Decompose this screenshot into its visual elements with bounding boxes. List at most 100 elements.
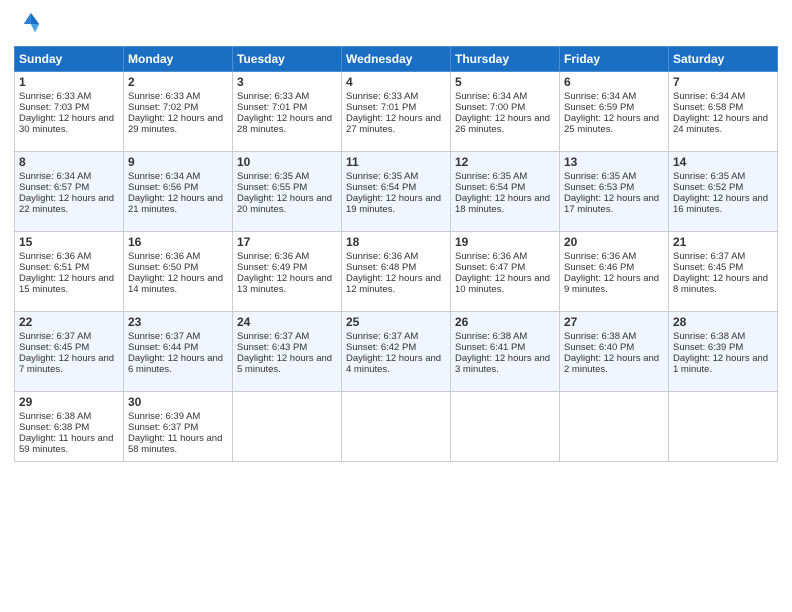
col-header-saturday: Saturday <box>669 47 778 72</box>
sunrise-label: Sunrise: 6:38 AM <box>19 411 91 422</box>
table-row: 25Sunrise: 6:37 AMSunset: 6:42 PMDayligh… <box>342 312 451 392</box>
col-header-tuesday: Tuesday <box>233 47 342 72</box>
daylight-label: Daylight: 12 hours and 21 minutes. <box>128 193 223 215</box>
table-row: 29Sunrise: 6:38 AMSunset: 6:38 PMDayligh… <box>15 392 124 462</box>
day-number: 1 <box>19 75 119 89</box>
table-row: 18Sunrise: 6:36 AMSunset: 6:48 PMDayligh… <box>342 232 451 312</box>
day-number: 27 <box>564 315 664 329</box>
sunrise-label: Sunrise: 6:36 AM <box>455 251 527 262</box>
daylight-label: Daylight: 11 hours and 58 minutes. <box>128 433 222 455</box>
day-number: 6 <box>564 75 664 89</box>
table-row: 19Sunrise: 6:36 AMSunset: 6:47 PMDayligh… <box>451 232 560 312</box>
table-row: 10Sunrise: 6:35 AMSunset: 6:55 PMDayligh… <box>233 152 342 232</box>
table-row: 13Sunrise: 6:35 AMSunset: 6:53 PMDayligh… <box>560 152 669 232</box>
sunrise-label: Sunrise: 6:39 AM <box>128 411 200 422</box>
table-row: 26Sunrise: 6:38 AMSunset: 6:41 PMDayligh… <box>451 312 560 392</box>
sunrise-label: Sunrise: 6:37 AM <box>346 331 418 342</box>
day-number: 7 <box>673 75 773 89</box>
table-row: 14Sunrise: 6:35 AMSunset: 6:52 PMDayligh… <box>669 152 778 232</box>
day-number: 21 <box>673 235 773 249</box>
daylight-label: Daylight: 12 hours and 28 minutes. <box>237 113 332 135</box>
table-row: 11Sunrise: 6:35 AMSunset: 6:54 PMDayligh… <box>342 152 451 232</box>
sunset-label: Sunset: 6:38 PM <box>19 422 89 433</box>
sunset-label: Sunset: 6:57 PM <box>19 182 89 193</box>
table-row: 22Sunrise: 6:37 AMSunset: 6:45 PMDayligh… <box>15 312 124 392</box>
sunrise-label: Sunrise: 6:33 AM <box>128 91 200 102</box>
table-row <box>451 392 560 462</box>
day-number: 3 <box>237 75 337 89</box>
sunset-label: Sunset: 6:45 PM <box>673 262 743 273</box>
sunset-label: Sunset: 6:40 PM <box>564 342 634 353</box>
sunrise-label: Sunrise: 6:33 AM <box>346 91 418 102</box>
table-row: 20Sunrise: 6:36 AMSunset: 6:46 PMDayligh… <box>560 232 669 312</box>
sunset-label: Sunset: 6:48 PM <box>346 262 416 273</box>
sunset-label: Sunset: 7:01 PM <box>237 102 307 113</box>
daylight-label: Daylight: 12 hours and 12 minutes. <box>346 273 441 295</box>
sunset-label: Sunset: 6:55 PM <box>237 182 307 193</box>
table-row: 2Sunrise: 6:33 AMSunset: 7:02 PMDaylight… <box>124 72 233 152</box>
table-row: 28Sunrise: 6:38 AMSunset: 6:39 PMDayligh… <box>669 312 778 392</box>
table-row: 7Sunrise: 6:34 AMSunset: 6:58 PMDaylight… <box>669 72 778 152</box>
sunset-label: Sunset: 6:44 PM <box>128 342 198 353</box>
table-row <box>342 392 451 462</box>
sunset-label: Sunset: 6:54 PM <box>455 182 525 193</box>
sunrise-label: Sunrise: 6:37 AM <box>128 331 200 342</box>
daylight-label: Daylight: 12 hours and 2 minutes. <box>564 353 659 375</box>
daylight-label: Daylight: 12 hours and 17 minutes. <box>564 193 659 215</box>
day-number: 23 <box>128 315 228 329</box>
daylight-label: Daylight: 12 hours and 16 minutes. <box>673 193 768 215</box>
sunset-label: Sunset: 6:43 PM <box>237 342 307 353</box>
daylight-label: Daylight: 12 hours and 30 minutes. <box>19 113 114 135</box>
calendar: SundayMondayTuesdayWednesdayThursdayFrid… <box>14 46 778 462</box>
table-row <box>669 392 778 462</box>
col-header-sunday: Sunday <box>15 47 124 72</box>
table-row: 6Sunrise: 6:34 AMSunset: 6:59 PMDaylight… <box>560 72 669 152</box>
sunset-label: Sunset: 6:50 PM <box>128 262 198 273</box>
daylight-label: Daylight: 12 hours and 19 minutes. <box>346 193 441 215</box>
table-row: 23Sunrise: 6:37 AMSunset: 6:44 PMDayligh… <box>124 312 233 392</box>
day-number: 14 <box>673 155 773 169</box>
table-row: 5Sunrise: 6:34 AMSunset: 7:00 PMDaylight… <box>451 72 560 152</box>
sunset-label: Sunset: 6:54 PM <box>346 182 416 193</box>
col-header-thursday: Thursday <box>451 47 560 72</box>
sunrise-label: Sunrise: 6:34 AM <box>19 171 91 182</box>
logo <box>14 10 46 38</box>
table-row: 4Sunrise: 6:33 AMSunset: 7:01 PMDaylight… <box>342 72 451 152</box>
daylight-label: Daylight: 12 hours and 20 minutes. <box>237 193 332 215</box>
day-number: 5 <box>455 75 555 89</box>
table-row <box>560 392 669 462</box>
sunset-label: Sunset: 6:56 PM <box>128 182 198 193</box>
day-number: 16 <box>128 235 228 249</box>
table-row: 30Sunrise: 6:39 AMSunset: 6:37 PMDayligh… <box>124 392 233 462</box>
table-row: 21Sunrise: 6:37 AMSunset: 6:45 PMDayligh… <box>669 232 778 312</box>
sunrise-label: Sunrise: 6:34 AM <box>564 91 636 102</box>
daylight-label: Daylight: 12 hours and 10 minutes. <box>455 273 550 295</box>
day-number: 22 <box>19 315 119 329</box>
sunrise-label: Sunrise: 6:35 AM <box>673 171 745 182</box>
sunset-label: Sunset: 6:51 PM <box>19 262 89 273</box>
table-row: 12Sunrise: 6:35 AMSunset: 6:54 PMDayligh… <box>451 152 560 232</box>
daylight-label: Daylight: 12 hours and 18 minutes. <box>455 193 550 215</box>
daylight-label: Daylight: 12 hours and 27 minutes. <box>346 113 441 135</box>
daylight-label: Daylight: 12 hours and 3 minutes. <box>455 353 550 375</box>
day-number: 11 <box>346 155 446 169</box>
daylight-label: Daylight: 12 hours and 1 minute. <box>673 353 768 375</box>
day-number: 2 <box>128 75 228 89</box>
daylight-label: Daylight: 12 hours and 4 minutes. <box>346 353 441 375</box>
day-number: 30 <box>128 395 228 409</box>
sunrise-label: Sunrise: 6:34 AM <box>128 171 200 182</box>
day-number: 29 <box>19 395 119 409</box>
sunrise-label: Sunrise: 6:37 AM <box>673 251 745 262</box>
day-number: 18 <box>346 235 446 249</box>
daylight-label: Daylight: 12 hours and 29 minutes. <box>128 113 223 135</box>
sunrise-label: Sunrise: 6:34 AM <box>673 91 745 102</box>
day-number: 9 <box>128 155 228 169</box>
sunset-label: Sunset: 6:47 PM <box>455 262 525 273</box>
sunset-label: Sunset: 6:41 PM <box>455 342 525 353</box>
day-number: 10 <box>237 155 337 169</box>
sunrise-label: Sunrise: 6:33 AM <box>19 91 91 102</box>
daylight-label: Daylight: 12 hours and 5 minutes. <box>237 353 332 375</box>
daylight-label: Daylight: 12 hours and 9 minutes. <box>564 273 659 295</box>
sunset-label: Sunset: 6:42 PM <box>346 342 416 353</box>
sunrise-label: Sunrise: 6:38 AM <box>564 331 636 342</box>
